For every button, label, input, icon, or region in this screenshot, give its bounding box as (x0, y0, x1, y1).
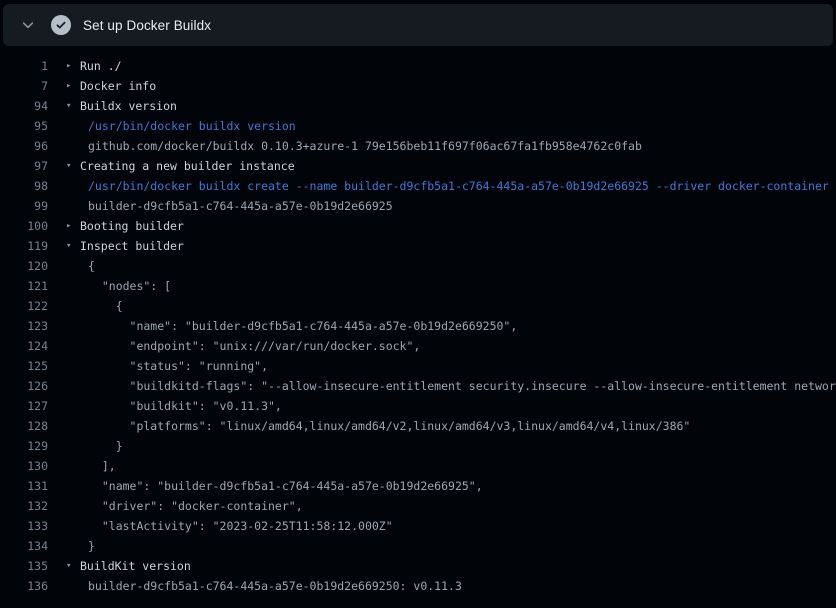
triangle-right-icon[interactable]: ▸ (66, 76, 78, 96)
log-row: 122 { (0, 296, 836, 316)
log-text: } (88, 536, 95, 556)
log-text: builder-d9cfb5a1-c764-445a-a57e-0b19d2e6… (88, 576, 462, 596)
triangle-down-icon[interactable]: ▾ (66, 236, 78, 256)
chevron-down-icon[interactable] (21, 18, 35, 32)
log-row: 126 "buildkitd-flags": "--allow-insecure… (0, 376, 836, 396)
log-row: 95/usr/bin/docker buildx version (0, 116, 836, 136)
log-row: 127 "buildkit": "v0.11.3", (0, 396, 836, 416)
line-number[interactable]: 134 (0, 536, 48, 556)
triangle-down-icon[interactable]: ▾ (66, 96, 78, 116)
log-text: github.com/docker/buildx 0.10.3+azure-1 … (88, 136, 642, 156)
log-text: "buildkit": "v0.11.3", (88, 396, 282, 416)
line-number[interactable]: 123 (0, 316, 48, 336)
line-number[interactable]: 132 (0, 496, 48, 516)
log-text: Run ./ (80, 56, 122, 76)
log-group-row[interactable]: 7 ▸Docker info (0, 76, 836, 96)
log-text: { (88, 256, 95, 276)
log-text: "name": "builder-d9cfb5a1-c764-445a-a57e… (88, 476, 483, 496)
check-circle-icon (51, 15, 71, 35)
line-number[interactable]: 100 (0, 216, 48, 236)
line-number[interactable]: 135 (0, 556, 48, 576)
line-number[interactable]: 120 (0, 256, 48, 276)
triangle-down-icon[interactable]: ▾ (66, 556, 78, 576)
log-text: BuildKit version (80, 556, 191, 576)
log-group-row[interactable]: 100 ▸Booting builder (0, 216, 836, 236)
log-row: 120 { (0, 256, 836, 276)
log-text: "status": "running", (88, 356, 268, 376)
step-header[interactable]: Set up Docker Buildx (3, 4, 833, 46)
log-group-row[interactable]: 1 ▸Run ./ (0, 56, 836, 76)
log-row: 96 github.com/docker/buildx 0.10.3+azure-… (0, 136, 836, 156)
log-row: 131 "name": "builder-d9cfb5a1-c764-445a-… (0, 476, 836, 496)
line-number[interactable]: 7 (0, 76, 48, 96)
triangle-right-icon[interactable]: ▸ (66, 56, 78, 76)
step-title: Set up Docker Buildx (83, 18, 211, 33)
log-row: 124 "endpoint": "unix:///var/run/docker.… (0, 336, 836, 356)
triangle-right-icon[interactable]: ▸ (66, 216, 78, 236)
log-text: ], (88, 456, 116, 476)
log-group-row[interactable]: 94 ▾Buildx version (0, 96, 836, 116)
log-text: Booting builder (80, 216, 184, 236)
log-row: 98/usr/bin/docker buildx create --name b… (0, 176, 836, 196)
log-text: Creating a new builder instance (80, 156, 295, 176)
log-text: Docker info (80, 76, 156, 96)
log-text: "lastActivity": "2023-02-25T11:58:12.000… (88, 516, 393, 536)
log-row: 99 builder-d9cfb5a1-c764-445a-a57e-0b19d2… (0, 196, 836, 216)
log-group-row[interactable]: 119 ▾Inspect builder (0, 236, 836, 256)
log-container: 1▸Run ./7▸Docker info94▾Buildx version95… (0, 46, 836, 596)
log-group-row[interactable]: 135 ▾BuildKit version (0, 556, 836, 576)
line-number[interactable]: 96 (0, 136, 48, 156)
log-row: 123 "name": "builder-d9cfb5a1-c764-445a-… (0, 316, 836, 336)
log-row: 133 "lastActivity": "2023-02-25T11:58:12… (0, 516, 836, 536)
log-text: /usr/bin/docker buildx create --name bui… (88, 176, 829, 196)
line-number[interactable]: 126 (0, 376, 48, 396)
log-row: 128 "platforms": "linux/amd64,linux/amd6… (0, 416, 836, 436)
line-number[interactable]: 124 (0, 336, 48, 356)
log-text: "buildkitd-flags": "--allow-insecure-ent… (88, 376, 836, 396)
line-number[interactable]: 133 (0, 516, 48, 536)
log-row: 132 "driver": "docker-container", (0, 496, 836, 516)
line-number[interactable]: 129 (0, 436, 48, 456)
log-row: 121 "nodes": [ (0, 276, 836, 296)
line-number[interactable]: 128 (0, 416, 48, 436)
log-row: 125 "status": "running", (0, 356, 836, 376)
line-number[interactable]: 99 (0, 196, 48, 216)
line-number[interactable]: 1 (0, 56, 48, 76)
line-number[interactable]: 94 (0, 96, 48, 116)
log-group-row[interactable]: 97 ▾Creating a new builder instance (0, 156, 836, 176)
log-text: Buildx version (80, 96, 177, 116)
line-number[interactable]: 127 (0, 396, 48, 416)
log-text: "endpoint": "unix:///var/run/docker.sock… (88, 336, 420, 356)
log-text: Inspect builder (80, 236, 184, 256)
line-number[interactable]: 136 (0, 576, 48, 596)
log-text: "platforms": "linux/amd64,linux/amd64/v2… (88, 416, 690, 436)
log-text: builder-d9cfb5a1-c764-445a-a57e-0b19d2e6… (88, 196, 393, 216)
log-text: { (88, 296, 123, 316)
line-number[interactable]: 97 (0, 156, 48, 176)
log-text: /usr/bin/docker buildx version (88, 116, 296, 136)
line-number[interactable]: 122 (0, 296, 48, 316)
line-number[interactable]: 119 (0, 236, 48, 256)
log-text: "name": "builder-d9cfb5a1-c764-445a-a57e… (88, 316, 517, 336)
line-number[interactable]: 95 (0, 116, 48, 136)
line-number[interactable]: 98 (0, 176, 48, 196)
log-row: 130 ], (0, 456, 836, 476)
log-row: 134} (0, 536, 836, 556)
log-text: "driver": "docker-container", (88, 496, 303, 516)
line-number[interactable]: 130 (0, 456, 48, 476)
log-row: 136 builder-d9cfb5a1-c764-445a-a57e-0b19d… (0, 576, 836, 596)
log-text: "nodes": [ (88, 276, 171, 296)
log-text: } (88, 436, 123, 456)
line-number[interactable]: 131 (0, 476, 48, 496)
line-number[interactable]: 121 (0, 276, 48, 296)
line-number[interactable]: 125 (0, 356, 48, 376)
log-row: 129 } (0, 436, 836, 456)
triangle-down-icon[interactable]: ▾ (66, 156, 78, 176)
